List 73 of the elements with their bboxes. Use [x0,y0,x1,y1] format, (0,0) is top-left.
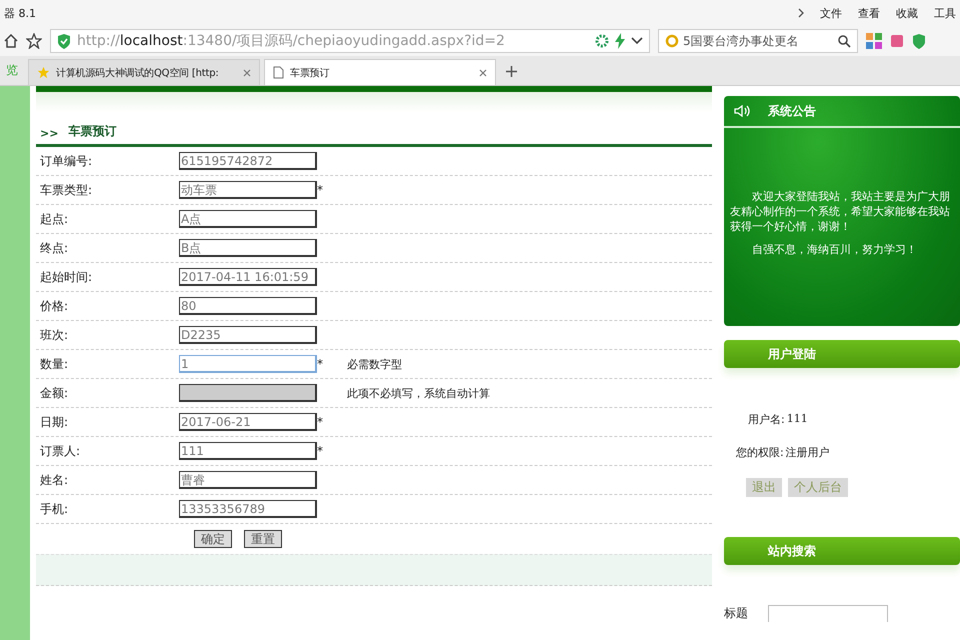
required-mark: * [317,444,324,458]
section-title: 车票预订 [68,123,116,140]
field-hint: 此项不必填写，系统自动计算 [347,386,490,400]
username-label: 用户名: [748,412,785,427]
field-label: 起始时间: [39,268,94,286]
shield-icon [57,34,71,48]
new-tab-icon[interactable] [506,66,517,77]
grid-icon[interactable] [866,33,882,49]
close-icon[interactable] [243,68,251,76]
dropdown-icon[interactable] [631,37,643,45]
notice-text: 欢迎大家登陆我站，我站主要是为广大朋友精心制作的一个系统，希望大家能够在我站获得一个好心情，谢谢！ [730,189,951,234]
input-field[interactable]: A点 [179,210,317,228]
search-input[interactable] [768,605,888,622]
browser-tab[interactable]: 车票预订 [264,59,496,85]
search-label: 标题 [724,605,748,622]
star-icon [37,66,50,79]
chevron-icon[interactable] [798,8,804,18]
form-button[interactable]: 确定 [194,530,232,548]
menu-item[interactable]: 工具 [934,6,956,20]
field-label: 数量: [39,356,70,372]
lightning-icon[interactable] [615,33,625,49]
search-icon[interactable] [838,34,851,48]
input-field[interactable]: B点 [179,239,317,257]
required-mark: * [317,415,324,429]
input-field[interactable]: 曹睿 [179,471,317,489]
input-field[interactable]: 2017-06-21 [179,413,317,431]
required-mark: * [317,183,324,197]
input-field[interactable]: 2017-04-11 16:01:59 [179,268,317,286]
search-field[interactable]: 5国要台湾办事处更名 [658,29,858,53]
role-value: 注册用户 [786,445,830,460]
input-field[interactable]: 80 [179,297,317,315]
field-label: 订单编号: [39,152,94,170]
input-field[interactable]: 615195742872 [179,152,317,170]
speaker-icon [734,105,752,117]
field-label: 终点: [39,240,70,256]
window-title: 器 8.1 [4,6,36,20]
field-label: 价格: [39,298,70,314]
browser-tab[interactable]: 计算机源码大神调试的QQ空间 [http: [28,59,260,85]
input-field[interactable]: 1 [179,355,317,373]
field-label: 金额: [39,384,70,402]
input-field[interactable]: 动车票 [179,181,317,199]
field-label: 起点: [39,210,70,228]
field-label: 班次: [39,326,70,344]
double-chevron-icon: >> [40,127,58,140]
input-field[interactable]: 111 [179,442,317,460]
notice-text: 自强不息，海纳百川，努力学习！ [751,242,918,257]
star-icon[interactable] [26,33,42,49]
menu-item[interactable]: 文件 [820,6,842,20]
address-field[interactable]: http://localhost:13480/项目源码/chepiaoyudingadd.aspx?id=2 [50,29,650,53]
tab[interactable]: 览 [0,62,24,85]
role-label: 您的权限: [736,445,784,460]
menu-item[interactable]: 收藏 [896,6,918,20]
home-icon[interactable] [4,34,18,48]
field-hint: 必需数字型 [347,356,402,372]
shield-icon[interactable] [912,34,926,48]
form-button[interactable]: 重置 [244,530,282,548]
required-mark: * [317,357,324,371]
field-label: 订票人: [39,442,82,460]
menu-item[interactable]: 查看 [858,6,880,20]
field-label: 车票类型: [39,182,94,198]
field-label: 日期: [39,414,70,430]
close-icon[interactable] [479,68,487,76]
panel-title: 用户登陆 [768,346,816,362]
panel-title: 系统公告 [768,102,816,120]
field-label: 手机: [39,500,70,518]
username-value: 111 [786,412,808,427]
field-label: 姓名: [39,472,70,488]
square-icon[interactable] [890,34,904,48]
panel-title: 站内搜索 [768,542,816,560]
input-field[interactable]: D2235 [179,326,317,344]
input-field[interactable]: 13353356789 [179,500,317,518]
circle-icon [665,34,679,48]
page-icon [273,66,284,79]
